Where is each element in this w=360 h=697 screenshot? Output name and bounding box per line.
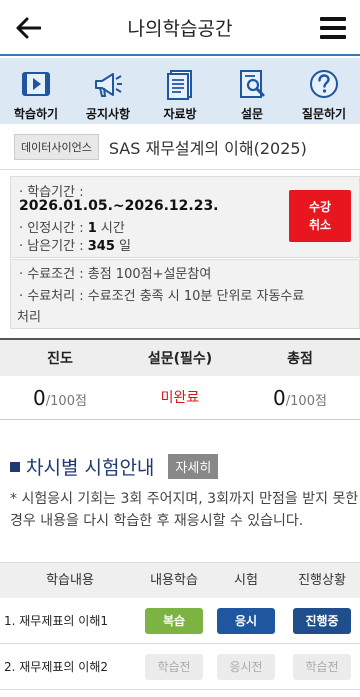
nav-label: 공지사항	[85, 107, 131, 121]
top-header: 나의학습공간	[0, 0, 360, 56]
completion-conditions: · 수료조건 : 총점 100점+설문참여 · 수료처리 : 수료조건 충족 시…	[10, 259, 360, 329]
survey-icon	[240, 70, 265, 98]
survey-status[interactable]: 미완료	[120, 376, 240, 419]
course-title: SAS 재무설계의 이해(2025)	[108, 138, 307, 158]
play-icon	[22, 72, 50, 96]
hamburger-menu-icon[interactable]	[320, 17, 346, 39]
nav-item-survey[interactable]: 설문	[216, 58, 288, 124]
course-header: 데이터사이언스 SAS 재무설계의 이해(2025)	[0, 124, 360, 170]
credit-value: 1	[87, 221, 97, 236]
take-exam-button[interactable]: 응시	[217, 607, 275, 634]
status-badge: 진행중	[293, 607, 351, 634]
total-header: 총점	[287, 351, 313, 367]
remain-value: 345	[87, 239, 115, 254]
square-bullet-icon	[10, 461, 20, 472]
lesson-name: 2. 재무제표의 이해2	[4, 660, 108, 674]
exam-status: 응시전	[217, 653, 275, 680]
survey-header: 설문(필수)	[147, 351, 213, 367]
course-info-box: · 학습기간 : 2026.01.05.~2026.12.23. · 인정시간 …	[10, 176, 360, 258]
nav-item-question[interactable]: 질문하기	[288, 58, 360, 124]
status-badge: 학습전	[293, 653, 351, 680]
review-button[interactable]: 복습	[145, 607, 203, 634]
condition-line: · 수료조건 : 총점 100점+설문참여	[19, 267, 212, 282]
nav-label: 자료방	[163, 107, 197, 121]
document-icon	[167, 70, 192, 100]
processing-line: · 수료처리 : 수료조건 충족 시 10분 단위로 자동수료	[19, 289, 305, 304]
question-icon	[310, 70, 338, 98]
progress-header: 진도	[47, 351, 73, 367]
exam-section-title: 차시별 시험안내 자세히	[10, 453, 219, 480]
remain-line: · 남은기간 : 345 일	[19, 239, 131, 254]
exam-table: 학습내용 내용학습 시험 진행상황 1. 재무제표의 이해1 복습 응시 진행중…	[0, 562, 360, 690]
table-row: 1. 재무제표의 이해1 복습 응시 진행중	[0, 598, 360, 644]
nav-item-notice[interactable]: 공지사항	[72, 58, 144, 124]
table-row: 2. 재무제표의 이해2 학습전 응시전 학습전	[0, 644, 360, 690]
score-summary: 진도 설문(필수) 총점 0/100점 미완료 0/100점	[0, 338, 360, 420]
credit-line: · 인정시간 : 1 시간	[19, 221, 125, 236]
exam-notice: * 시험응시 기회는 3회 주어지며, 3회까지 만점을 받지 못한 경우 내용…	[10, 491, 359, 529]
progress-value: 0/100점	[33, 386, 87, 410]
processing-line-cont: 처리	[17, 310, 41, 325]
nav-item-materials[interactable]: 자료방	[144, 58, 216, 124]
exam-table-header: 학습내용 내용학습 시험 진행상황	[0, 562, 360, 598]
study-status: 학습전	[145, 653, 203, 680]
period-value: 2026.01.05.~2026.12.23.	[19, 198, 219, 214]
detail-button[interactable]: 자세히	[168, 454, 219, 479]
page-title: 나의학습공간	[127, 18, 233, 40]
learning-nav: 학습하기 공지사항 자료방 설문 질문하기	[0, 58, 360, 124]
megaphone-icon	[95, 73, 122, 97]
nav-label: 질문하기	[301, 107, 347, 121]
nav-label: 학습하기	[13, 107, 59, 121]
nav-label: 설문	[240, 107, 264, 121]
category-badge: 데이터사이언스	[14, 133, 99, 160]
nav-item-study[interactable]: 학습하기	[0, 58, 72, 124]
total-score: 0/100점	[273, 386, 327, 410]
cancel-enrollment-button[interactable]: 수강 취소	[289, 190, 351, 242]
lesson-name: 1. 재무제표의 이해1	[4, 614, 108, 628]
